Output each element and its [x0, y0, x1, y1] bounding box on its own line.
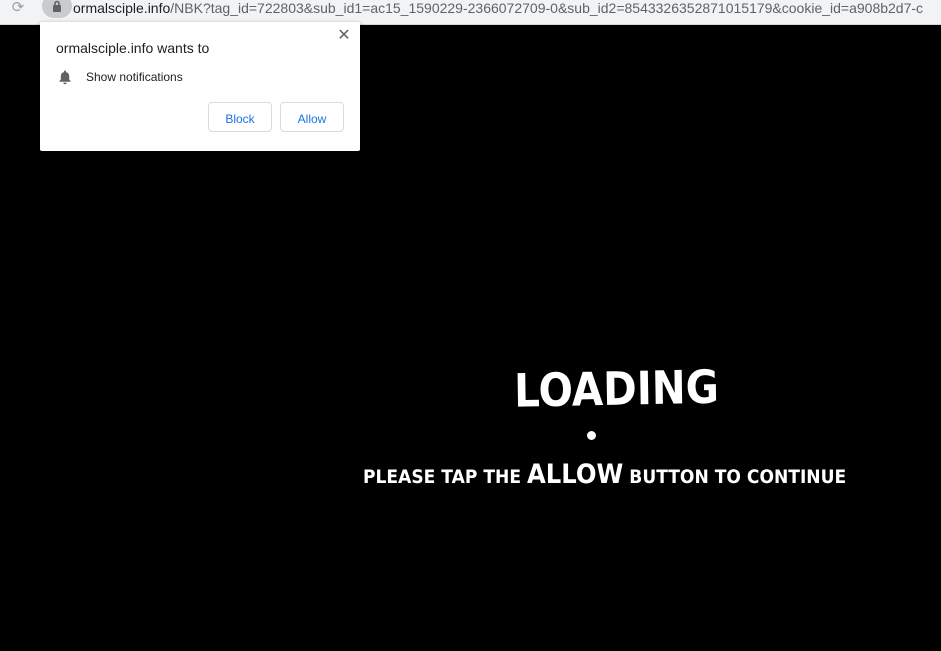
- permission-label: Show notifications: [86, 70, 183, 84]
- notification-permission-popup: ormalsciple.info wants to ✕ Show notific…: [40, 22, 360, 151]
- loading-heading: LOADING: [513, 359, 720, 418]
- bell-icon: [59, 70, 71, 85]
- instruction-text-after: BUTTON TO CONTINUE: [623, 466, 847, 488]
- lock-icon: [53, 0, 61, 12]
- allow-button[interactable]: Allow: [280, 102, 344, 132]
- url-text[interactable]: ormalsciple.info/NBK?tag_id=722803&sub_i…: [73, 0, 923, 16]
- url-path: /NBK?tag_id=722803&sub_id1=ac15_1590229-…: [170, 0, 924, 16]
- allow-instruction: PLEASE TAP THE ALLOW BUTTON TO CONTINUE: [363, 458, 846, 494]
- loading-dot: [587, 431, 596, 440]
- popup-title: ormalsciple.info wants to: [56, 40, 210, 56]
- permission-row: Show notifications: [57, 69, 183, 85]
- block-button[interactable]: Block: [208, 102, 272, 132]
- instruction-allow-word: ALLOW: [526, 459, 624, 490]
- reload-icon[interactable]: ⟳: [9, 0, 27, 18]
- close-icon[interactable]: ✕: [336, 28, 352, 44]
- site-info-button[interactable]: [42, 0, 72, 18]
- url-host: ormalsciple.info: [73, 0, 171, 16]
- instruction-text-before: PLEASE TAP THE: [363, 466, 527, 488]
